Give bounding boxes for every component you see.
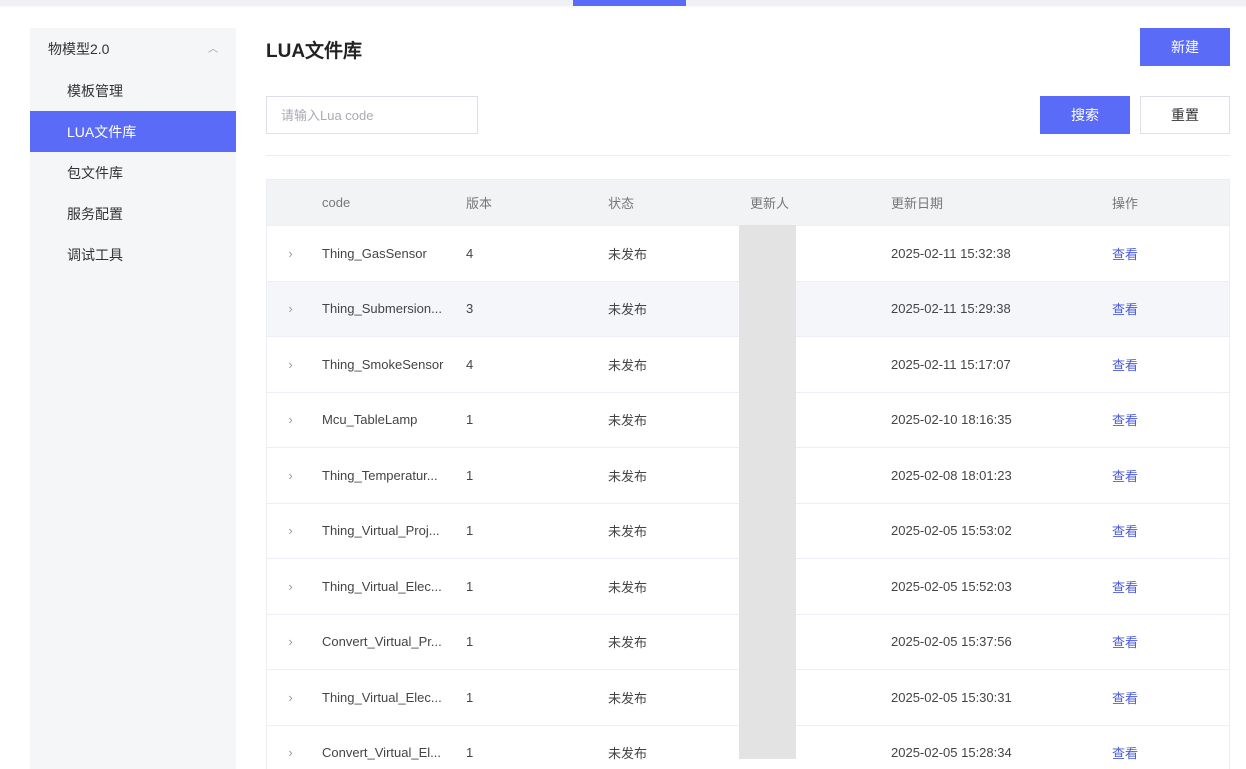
cell-status: 未发布 [608, 302, 648, 318]
view-link[interactable]: 查看 [1112, 524, 1138, 539]
cell-update-date: 2025-02-05 15:28:34 [891, 745, 1012, 761]
cell-version: 1 [466, 689, 474, 705]
header-version: 版本 [466, 196, 493, 211]
chevron-right-icon[interactable]: › [267, 745, 314, 760]
cell-update-date: 2025-02-11 15:17:07 [891, 356, 1011, 372]
cell-status: 未发布 [608, 579, 648, 595]
cell-update-date: 2025-02-05 15:37:56 [891, 634, 1012, 650]
sidebar-item[interactable]: LUA文件库 [30, 111, 236, 152]
cell-actions: 查看 [1104, 577, 1229, 596]
cell-version: 1 [466, 412, 474, 428]
sidebar: 物模型2.0 ︿ 模板管理 LUA文件库 包文件库 服务配置 调试工具 [30, 28, 236, 769]
sidebar-item[interactable]: 调试工具 [30, 234, 236, 275]
cell-code: Thing_Submersion... [322, 301, 442, 317]
view-link[interactable]: 查看 [1112, 413, 1138, 428]
cell-code: Convert_Virtual_El... [322, 745, 441, 761]
cell-status: 未发布 [608, 357, 648, 373]
view-link[interactable]: 查看 [1112, 302, 1138, 317]
cell-status: 未发布 [608, 635, 648, 651]
chevron-right-icon[interactable]: › [267, 357, 314, 372]
header-actions: 操作 [1112, 196, 1139, 211]
cell-status: 未发布 [608, 746, 648, 762]
search-input[interactable] [266, 96, 478, 134]
cell-version: 4 [466, 356, 474, 372]
header-updater: 更新人 [750, 196, 790, 211]
view-link[interactable]: 查看 [1112, 469, 1138, 484]
cell-actions: 查看 [1104, 410, 1229, 429]
divider [266, 155, 1230, 156]
cell-actions: 查看 [1104, 244, 1229, 263]
cell-code: Mcu_TableLamp [322, 412, 418, 428]
view-link[interactable]: 查看 [1112, 247, 1138, 262]
sidebar-group-title: 物模型2.0 [48, 41, 110, 57]
sidebar-item[interactable]: 包文件库 [30, 152, 236, 193]
cell-update-date: 2025-02-10 18:16:35 [891, 412, 1012, 428]
cell-code: Thing_Virtual_Proj... [322, 523, 440, 539]
cell-version: 1 [466, 745, 474, 761]
cell-status: 未发布 [608, 524, 648, 540]
cell-actions: 查看 [1104, 743, 1229, 762]
cell-status: 未发布 [608, 690, 648, 706]
cell-code: Thing_Virtual_Elec... [322, 578, 442, 594]
cell-status: 未发布 [608, 468, 648, 484]
chevron-right-icon[interactable]: › [267, 468, 314, 483]
view-link[interactable]: 查看 [1112, 358, 1138, 373]
chevron-right-icon[interactable]: › [267, 579, 314, 594]
header-update-date: 更新日期 [891, 196, 944, 211]
cell-update-date: 2025-02-05 15:52:03 [891, 578, 1012, 594]
cell-update-date: 2025-02-05 15:53:02 [891, 523, 1012, 539]
chevron-right-icon[interactable]: › [267, 523, 314, 538]
table-header: code 版本 状态 更新人 更新日期 操作 [267, 180, 1229, 225]
cell-code: Thing_GasSensor [322, 245, 427, 261]
cell-code: Convert_Virtual_Pr... [322, 634, 442, 650]
chevron-up-icon[interactable]: ︿ [208, 40, 218, 55]
cell-actions: 查看 [1104, 521, 1229, 540]
cell-actions: 查看 [1104, 355, 1229, 374]
cell-actions: 查看 [1104, 299, 1229, 318]
page-title: LUA文件库 [266, 41, 363, 62]
cell-version: 1 [466, 467, 474, 483]
view-link[interactable]: 查看 [1112, 635, 1138, 650]
cell-code: Thing_SmokeSensor [322, 356, 444, 372]
top-nav-bar [0, 0, 1246, 6]
cell-update-date: 2025-02-05 15:30:31 [891, 689, 1012, 705]
cell-version: 1 [466, 578, 474, 594]
header-status: 状态 [608, 196, 635, 211]
view-link[interactable]: 查看 [1112, 746, 1138, 761]
chevron-right-icon[interactable]: › [267, 690, 314, 705]
cell-version: 1 [466, 634, 474, 650]
top-nav-active-indicator[interactable] [573, 0, 686, 6]
reset-button[interactable]: 重置 [1140, 96, 1230, 134]
lua-table: code 版本 状态 更新人 更新日期 操作 › Thing_GasSensor 4… [266, 179, 1230, 769]
sidebar-item[interactable]: 服务配置 [30, 193, 236, 234]
cell-version: 1 [466, 523, 474, 539]
search-button[interactable]: 搜索 [1040, 96, 1130, 134]
cell-update-date: 2025-02-11 15:29:38 [891, 301, 1011, 317]
new-button[interactable]: 新建 [1140, 28, 1230, 66]
header-code: code [322, 195, 351, 210]
chevron-right-icon[interactable]: › [267, 301, 314, 316]
sidebar-item[interactable]: 模板管理 [30, 70, 236, 111]
cell-status: 未发布 [608, 246, 648, 262]
cell-version: 4 [466, 245, 474, 261]
cell-update-date: 2025-02-08 18:01:23 [891, 467, 1012, 483]
updater-redaction-block [739, 225, 796, 759]
cell-actions: 查看 [1104, 632, 1229, 651]
chevron-right-icon[interactable]: › [267, 246, 314, 261]
cell-code: Thing_Virtual_Elec... [322, 689, 442, 705]
chevron-right-icon[interactable]: › [267, 412, 314, 427]
chevron-right-icon[interactable]: › [267, 634, 314, 649]
cell-code: Thing_Temperatur... [322, 467, 438, 483]
cell-actions: 查看 [1104, 466, 1229, 485]
cell-update-date: 2025-02-11 15:32:38 [891, 245, 1011, 261]
view-link[interactable]: 查看 [1112, 691, 1138, 706]
cell-version: 3 [466, 301, 474, 317]
cell-actions: 查看 [1104, 688, 1229, 707]
sidebar-items: 模板管理 LUA文件库 包文件库 服务配置 调试工具 [30, 70, 236, 275]
cell-status: 未发布 [608, 413, 648, 429]
sidebar-group-header[interactable]: 物模型2.0 ︿ [30, 28, 236, 70]
view-link[interactable]: 查看 [1112, 580, 1138, 595]
